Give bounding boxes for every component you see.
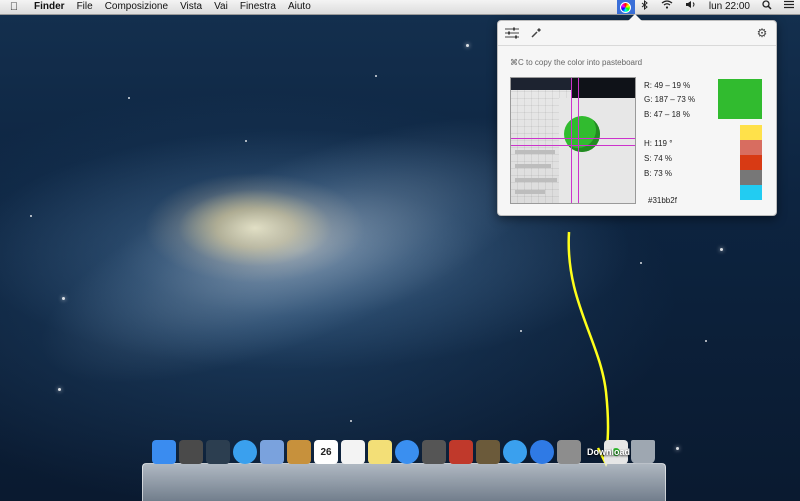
brightness-value: B: 73 % (644, 169, 673, 178)
app-store-icon[interactable] (530, 440, 554, 464)
zoomed-download-icon (564, 116, 600, 152)
contacts-icon[interactable] (287, 440, 311, 464)
iphoto-icon[interactable] (476, 440, 500, 464)
saturation-value: S: 74 % (644, 154, 673, 163)
messages-icon[interactable] (395, 440, 419, 464)
dock-shelf (142, 463, 666, 501)
facetime-icon[interactable] (422, 440, 446, 464)
launchpad-icon[interactable] (179, 440, 203, 464)
mission-control-icon[interactable] (206, 440, 230, 464)
photo-booth-icon[interactable] (449, 440, 473, 464)
star (640, 262, 642, 264)
green-value: G: 187 – 73 % (644, 95, 696, 104)
star (705, 340, 707, 342)
notes-icon[interactable] (368, 440, 392, 464)
current-color-swatch[interactable] (718, 79, 762, 119)
hex-value[interactable]: #31bb2f (648, 196, 677, 205)
palette-swatch[interactable] (740, 125, 762, 140)
palette-swatch[interactable] (740, 170, 762, 185)
menu-composizione[interactable]: Composizione (99, 0, 174, 14)
reminders-icon[interactable] (341, 440, 365, 464)
menu-finestra[interactable]: Finestra (234, 0, 282, 14)
crosshair-vertical (578, 78, 579, 203)
star (128, 97, 130, 99)
star (245, 140, 247, 142)
magnifier-loupe (510, 77, 636, 204)
star (520, 330, 522, 332)
color-picker-icon[interactable] (616, 0, 635, 14)
wifi-icon[interactable] (655, 0, 679, 14)
color-picker-popover: ⚙ ⌘C to copy the color into pasteboard R… (497, 14, 777, 216)
menu-aiuto[interactable]: Aiuto (282, 0, 317, 14)
clock[interactable]: lun 22:00 (703, 0, 756, 14)
eyedropper-icon[interactable] (528, 26, 544, 40)
copy-hint: ⌘C to copy the color into pasteboard (510, 58, 643, 67)
system-preferences-icon[interactable] (557, 440, 581, 464)
star (466, 44, 469, 47)
crosshair-vertical (571, 78, 572, 203)
status-area: lun 22:00 (616, 0, 800, 15)
menu-vista[interactable]: Vista (174, 0, 208, 14)
popover-toolbar: ⚙ (498, 21, 776, 46)
apple-icon[interactable]:  (0, 1, 28, 13)
crosshair-horizontal (511, 138, 635, 139)
menu-file[interactable]: File (71, 0, 99, 14)
trash-icon[interactable] (631, 440, 655, 464)
mail-icon[interactable] (260, 440, 284, 464)
palette-swatch[interactable] (740, 140, 762, 155)
calendar-icon[interactable]: 26 (314, 440, 338, 464)
volume-icon[interactable] (679, 0, 703, 14)
palette-swatch[interactable] (740, 185, 762, 200)
gear-icon[interactable]: ⚙ (754, 26, 770, 40)
star (58, 388, 61, 391)
sliders-icon[interactable] (504, 26, 520, 40)
red-value: R: 49 – 19 % (644, 81, 691, 90)
color-history-palette (740, 125, 762, 200)
finder-icon[interactable] (152, 440, 176, 464)
menu-vai[interactable]: Vai (208, 0, 234, 14)
palette-swatch[interactable] (740, 155, 762, 170)
itunes-icon[interactable] (503, 440, 527, 464)
crosshair-horizontal (511, 145, 635, 146)
star (62, 297, 65, 300)
list-icon[interactable] (778, 0, 800, 14)
menu-bar:  Finder File Composizione Vista Vai Fin… (0, 0, 800, 15)
menu-finder[interactable]: Finder (28, 0, 71, 14)
blue-value: B: 47 – 18 % (644, 110, 690, 119)
popover-caret (628, 14, 642, 21)
star (375, 75, 377, 77)
star (30, 215, 32, 217)
star (350, 420, 352, 422)
search-icon[interactable] (756, 0, 778, 15)
dock-tooltip: Download (587, 447, 630, 457)
safari-icon[interactable] (233, 440, 257, 464)
star (676, 447, 679, 450)
bluetooth-icon[interactable] (635, 0, 655, 15)
star (720, 248, 723, 251)
hue-value: H: 119 ° (644, 139, 673, 148)
